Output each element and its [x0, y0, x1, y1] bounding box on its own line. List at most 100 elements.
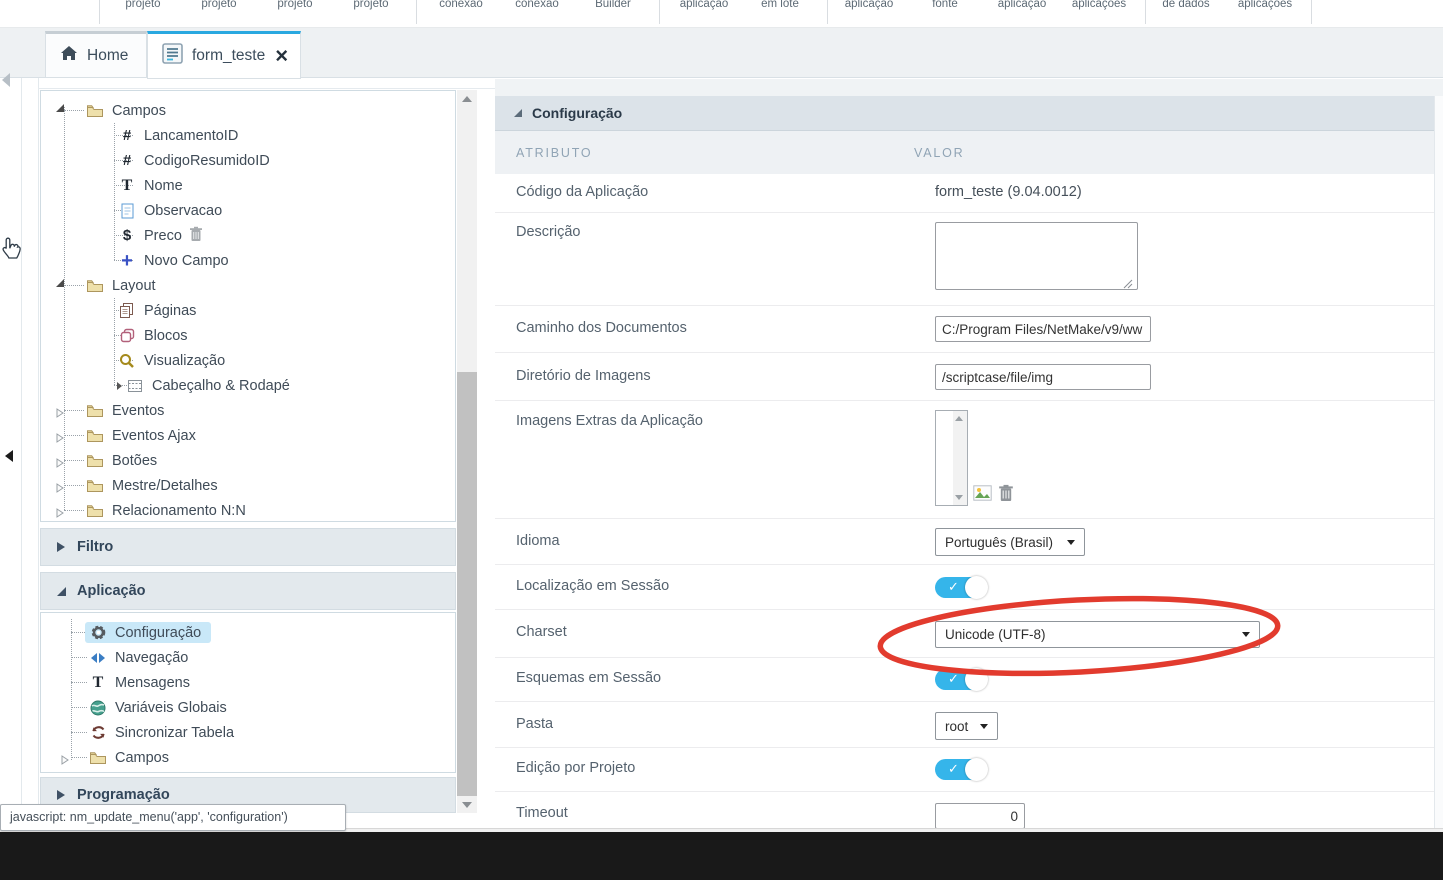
toolbar-item[interactable]: em lote	[761, 0, 799, 10]
toolbar-item[interactable]: projeto	[353, 0, 388, 10]
sidebar-collapse-icon[interactable]	[5, 450, 13, 462]
row-label: Imagens Extras da Aplicação	[516, 413, 703, 429]
globe-icon	[88, 700, 108, 716]
text-field-icon: T	[121, 176, 133, 194]
toolbar-item[interactable]: projeto	[125, 0, 160, 10]
toolbar-item[interactable]: aplicações	[1238, 0, 1292, 10]
tree-scrollbar[interactable]	[457, 90, 477, 813]
tree-item-eventos[interactable]: Eventos	[41, 398, 437, 423]
app-item-configuracao[interactable]: Configuração	[41, 620, 437, 645]
tree-item-botoes[interactable]: Botões	[41, 448, 437, 473]
tab-scroll-left-icon[interactable]	[2, 73, 10, 87]
section-aplicacao[interactable]: Aplicação	[40, 572, 456, 610]
tree-item-label: Observacao	[144, 202, 223, 219]
expander-closed-icon[interactable]	[56, 481, 64, 497]
tree-item-nome[interactable]: T Nome	[41, 173, 437, 198]
number-field-icon: #	[122, 127, 132, 144]
tree-item-label: Eventos Ajax	[112, 427, 196, 444]
tree-item-relacionamento[interactable]: Relacionamento N:N	[41, 498, 437, 523]
app-item-label: Variáveis Globais	[115, 699, 227, 716]
app-item-campos[interactable]: Campos	[41, 745, 437, 770]
tree-item-paginas[interactable]: Páginas	[41, 298, 437, 323]
expander-closed-icon[interactable]	[56, 456, 64, 472]
panel-scrollbar-area[interactable]	[1434, 96, 1443, 828]
toolbar-item[interactable]: aplicações	[1072, 0, 1126, 10]
tree-item-lancamentoid[interactable]: # LancamentoID	[41, 123, 437, 148]
row-label: Caminho dos Documentos	[516, 320, 687, 336]
toolbar-item[interactable]: fonte	[932, 0, 958, 10]
column-value: VALOR	[914, 145, 965, 160]
tree-item-blocos[interactable]: Blocos	[41, 323, 437, 348]
app-item-label: Mensagens	[115, 674, 190, 691]
status-tooltip: javascript: nm_update_menu('app', 'confi…	[0, 804, 346, 831]
tree-item-mestre-detalhes[interactable]: Mestre/Detalhes	[41, 473, 437, 498]
expander-closed-icon[interactable]	[56, 506, 64, 522]
check-icon: ✓	[948, 761, 959, 776]
toolbar-separator	[99, 0, 100, 24]
expander-open-icon[interactable]	[56, 104, 64, 112]
charset-select[interactable]: Unicode (UTF-8)	[935, 621, 1260, 648]
tab-home[interactable]: Home	[45, 31, 147, 78]
session-schemes-toggle[interactable]: ✓	[935, 668, 988, 691]
images-directory-input[interactable]	[935, 364, 1151, 390]
expander-closed-icon[interactable]	[61, 753, 69, 769]
toolbar-item[interactable]: aplicação	[845, 0, 894, 10]
folder-icon	[85, 428, 105, 443]
tree-item-codigoresumidoid[interactable]: # CodigoResumidoID	[41, 148, 437, 173]
row-label: Pasta	[516, 716, 554, 732]
tree-item-cabecalho-rodape[interactable]: Cabeçalho & Rodapé	[41, 373, 437, 398]
row-label: Código da Aplicação	[516, 184, 649, 200]
toolbar-item[interactable]: conexão	[439, 0, 482, 10]
folder-select[interactable]: root	[935, 712, 998, 740]
resize-grip-icon[interactable]	[1123, 277, 1133, 293]
toolbar-item[interactable]: projeto	[201, 0, 236, 10]
language-select[interactable]: Português (Brasil)	[935, 528, 1085, 556]
trash-icon[interactable]	[189, 226, 203, 246]
app-item-navegacao[interactable]: Navegação	[41, 645, 437, 670]
timeout-input[interactable]	[935, 803, 1025, 829]
expander-closed-icon[interactable]	[117, 381, 122, 390]
close-icon[interactable]: ×	[275, 45, 288, 67]
toolbar-separator	[1311, 0, 1312, 24]
app-item-variaveis-globais[interactable]: Variáveis Globais	[41, 695, 437, 720]
image-icon[interactable]	[973, 485, 992, 505]
toolbar-item[interactable]: aplicação	[998, 0, 1047, 10]
expander-closed-icon[interactable]	[56, 431, 64, 447]
tree-item-eventos-ajax[interactable]: Eventos Ajax	[41, 423, 437, 448]
extra-images-listbox[interactable]	[935, 410, 968, 506]
toolbar-item[interactable]: de dados	[1162, 0, 1209, 10]
header-footer-icon	[125, 379, 145, 393]
home-icon	[60, 45, 78, 66]
tree-item-layout[interactable]: Layout	[41, 273, 437, 298]
tree-item-visualizacao[interactable]: Visualização	[41, 348, 437, 373]
project-edit-toggle[interactable]: ✓	[935, 758, 988, 781]
app-item-sincronizar-tabela[interactable]: Sincronizar Tabela	[41, 720, 437, 745]
scroll-up-icon[interactable]	[457, 90, 477, 107]
app-item-label: Configuração	[115, 624, 202, 641]
expander-closed-icon[interactable]	[56, 406, 64, 422]
section-filtro[interactable]: Filtro	[40, 528, 456, 566]
row-label: Edição por Projeto	[516, 760, 636, 776]
scroll-down-icon[interactable]	[457, 796, 477, 813]
documents-path-input[interactable]	[935, 316, 1151, 342]
tree-item-observacao[interactable]: Observacao	[41, 198, 437, 223]
session-localization-toggle[interactable]: ✓	[935, 576, 988, 599]
config-panel-header[interactable]: Configuração	[495, 96, 1434, 131]
trash-icon[interactable]	[998, 484, 1014, 506]
check-icon: ✓	[948, 671, 959, 686]
toolbar-item[interactable]: conexão	[515, 0, 558, 10]
tree-item-campos[interactable]: Campos	[41, 98, 437, 123]
tree-item-novo-campo[interactable]: + Novo Campo	[41, 248, 437, 273]
chevron-right-icon	[57, 790, 65, 800]
toolbar-item[interactable]: Builder	[595, 0, 631, 10]
toolbar-item[interactable]: aplicação	[680, 0, 729, 10]
listbox-scrollbar[interactable]	[953, 411, 967, 505]
main-toolbar: projeto projeto projeto projeto conexão …	[0, 0, 1443, 28]
expander-open-icon[interactable]	[56, 279, 64, 287]
tab-form-teste[interactable]: form_teste ×	[147, 31, 301, 79]
toolbar-item[interactable]: projeto	[277, 0, 312, 10]
description-textarea[interactable]	[935, 222, 1138, 290]
app-item-mensagens[interactable]: T Mensagens	[41, 670, 437, 695]
scrollbar-thumb[interactable]	[457, 372, 477, 797]
tree-item-preco[interactable]: $ Preco	[41, 223, 437, 248]
